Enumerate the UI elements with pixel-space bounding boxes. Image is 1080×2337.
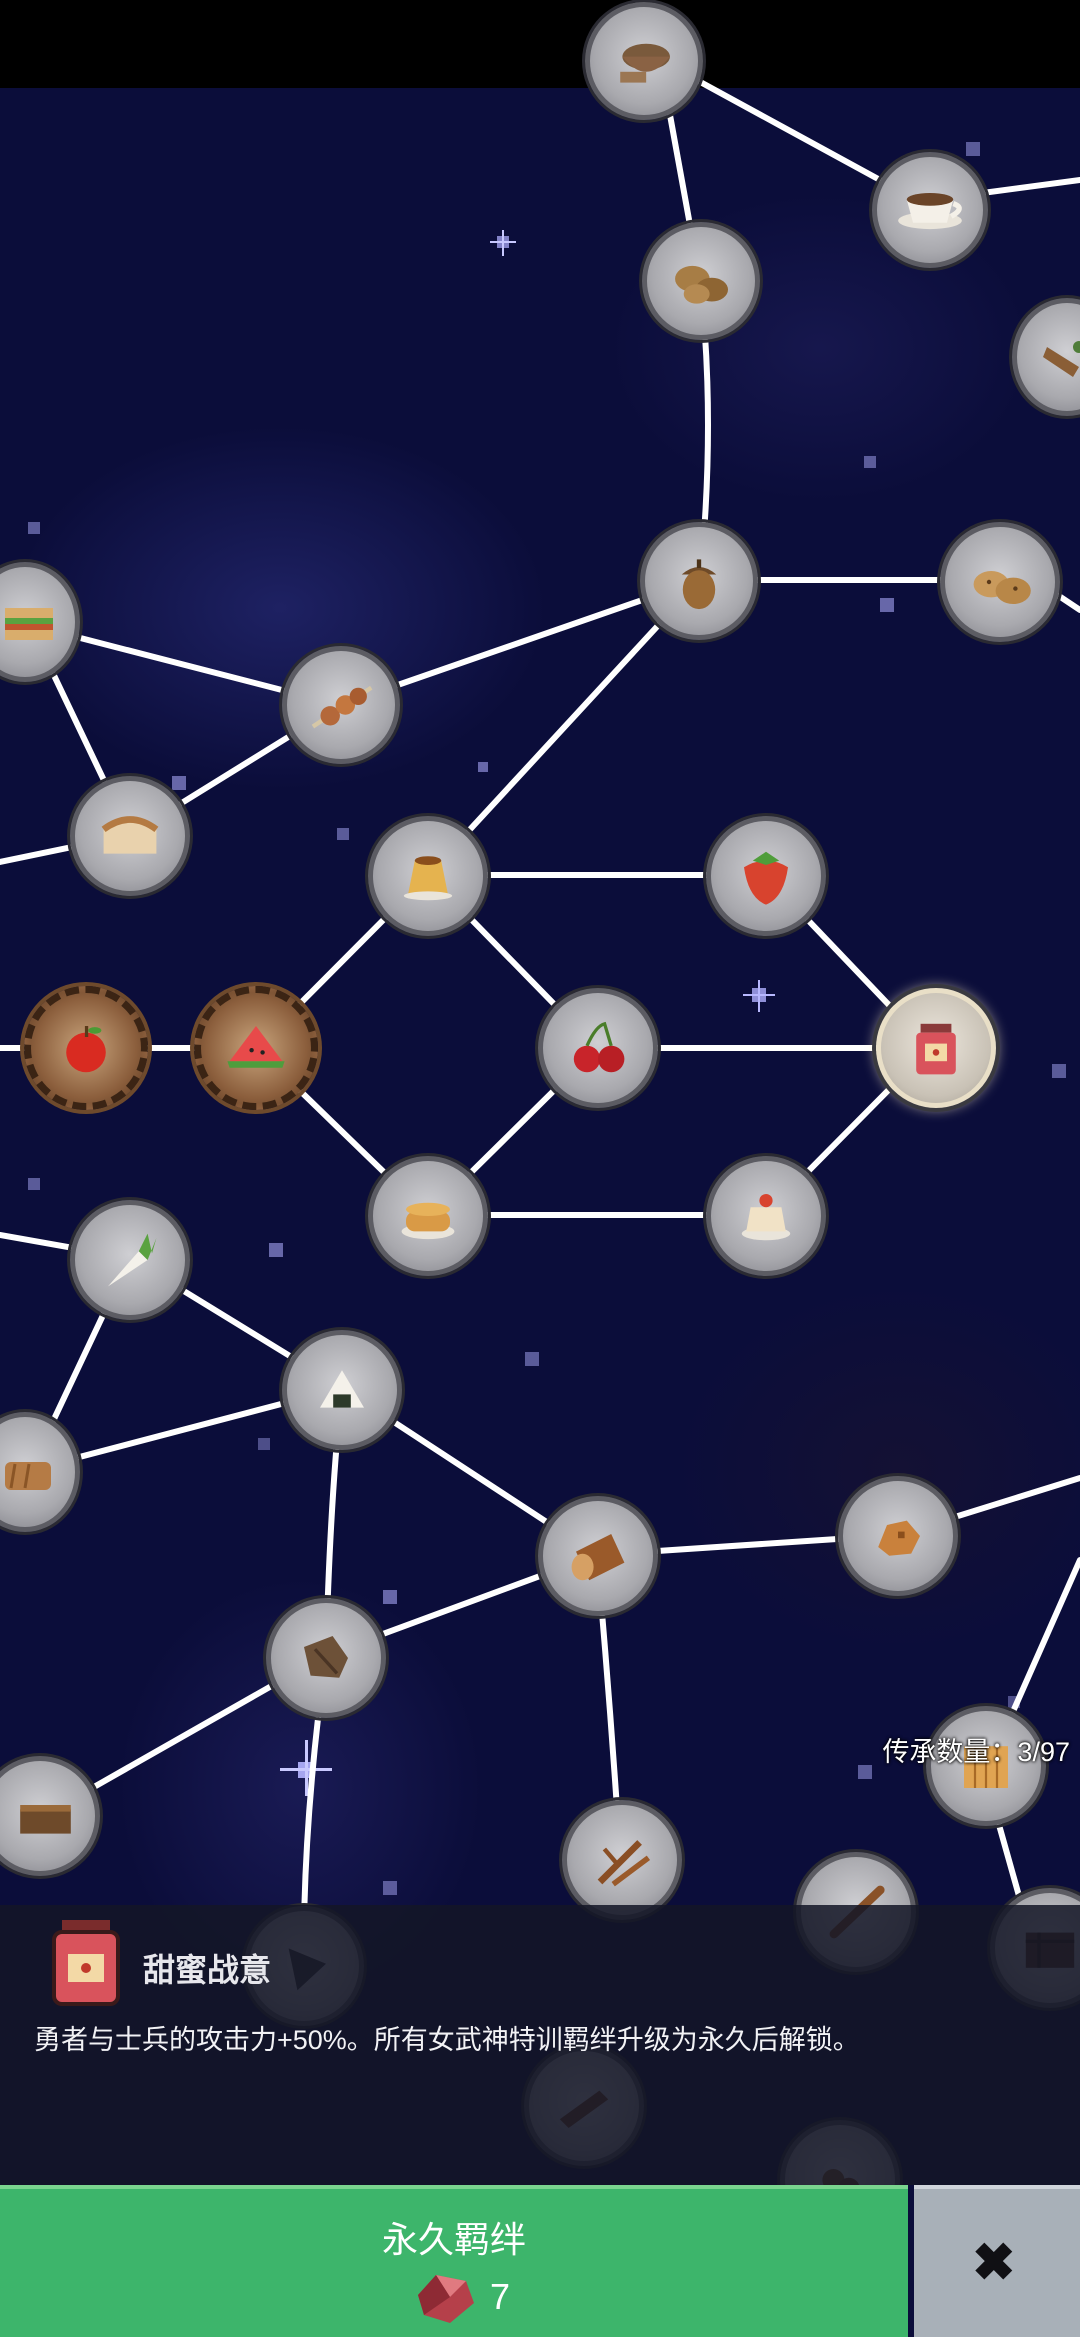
skill-node-bread-loaf[interactable] — [0, 1412, 80, 1532]
skill-node-coffee-cup[interactable] — [872, 152, 988, 268]
skill-description: 勇者与士兵的攻击力+50%。所有女武神特训羁绊升级为永久后解锁。 — [34, 2025, 860, 2055]
pancakes-icon — [401, 1202, 455, 1240]
sandwich-icon — [5, 608, 53, 640]
ginseng-icon — [1043, 341, 1080, 377]
skill-node-twigs[interactable] — [562, 1800, 682, 1920]
ruby-gem-icon — [418, 2275, 474, 2323]
skill-node-cream-cake[interactable] — [706, 1156, 826, 1276]
skill-node-jam-jar[interactable] — [876, 988, 996, 1108]
cream-cake-icon — [741, 1194, 791, 1241]
cookies-icon — [973, 571, 1031, 604]
jam-jar-icon — [916, 1023, 956, 1075]
skill-node-cookies[interactable] — [940, 522, 1060, 642]
skewer-icon — [311, 685, 373, 729]
bark-icon — [304, 1636, 348, 1678]
skill-node-cherry[interactable] — [538, 988, 658, 1108]
ore-icon — [878, 1520, 920, 1556]
spice-bowl-icon — [620, 43, 670, 83]
skill-node-spice-bowl[interactable] — [585, 2, 703, 120]
skill-node-log[interactable] — [538, 1496, 658, 1616]
skill-node-skewer[interactable] — [282, 646, 400, 764]
bread-loaf-icon — [5, 1462, 51, 1490]
coffee-cup-icon — [898, 193, 962, 230]
permanent-bond-button[interactable]: 永久羁绊 7 — [0, 2185, 908, 2337]
watermelon-icon — [227, 1026, 285, 1068]
potatoes-icon — [675, 265, 728, 304]
cost-display: 7 — [410, 2267, 510, 2327]
permanent-bond-label: 永久羁绊 — [381, 2219, 526, 2260]
pudding-icon — [403, 856, 453, 901]
skill-node-potatoes[interactable] — [642, 222, 760, 340]
skill-node-onigiri[interactable] — [282, 1330, 402, 1450]
twigs-icon — [597, 1840, 651, 1887]
jam-jar-icon — [52, 1920, 120, 2006]
game-screen: 传承数量：3/97 甜蜜战意 勇者与士兵的攻击力+50%。所有女武神特训羁绊升级… — [0, 0, 1080, 2337]
onigiri-icon — [320, 1370, 364, 1408]
skill-node-sandwich[interactable] — [0, 562, 80, 682]
skill-node-acorn[interactable] — [640, 522, 758, 640]
brick-icon — [20, 1805, 71, 1834]
skill-node-strawberry[interactable] — [706, 816, 826, 936]
radish-icon — [108, 1233, 157, 1287]
skill-node-apple[interactable] — [24, 986, 148, 1110]
inheritance-counter: 传承数量：3/97 — [882, 1737, 1070, 1767]
skill-title: 甜蜜战意 — [143, 1952, 272, 1988]
skill-node-radish[interactable] — [70, 1200, 190, 1320]
skill-node-bread[interactable] — [70, 776, 190, 896]
cherry-icon — [573, 1021, 625, 1073]
close-button[interactable]: ✖ — [914, 2185, 1080, 2337]
skill-node-brick[interactable] — [0, 1756, 100, 1876]
skill-node-ore[interactable] — [838, 1476, 958, 1596]
apple-icon — [66, 1026, 106, 1073]
cost-value: 7 — [490, 2276, 511, 2317]
skill-node-pudding[interactable] — [368, 816, 488, 936]
log-icon — [571, 1534, 625, 1581]
skill-node-pancakes[interactable] — [368, 1156, 488, 1276]
skill-node-ginseng[interactable] — [1012, 298, 1080, 416]
bread-icon — [101, 816, 159, 854]
skill-node-watermelon[interactable] — [194, 986, 318, 1110]
acorn-icon — [681, 559, 717, 610]
strawberry-icon — [744, 851, 788, 905]
skill-node-bark[interactable] — [266, 1598, 386, 1718]
close-x-icon: ✖ — [972, 2234, 1016, 2292]
